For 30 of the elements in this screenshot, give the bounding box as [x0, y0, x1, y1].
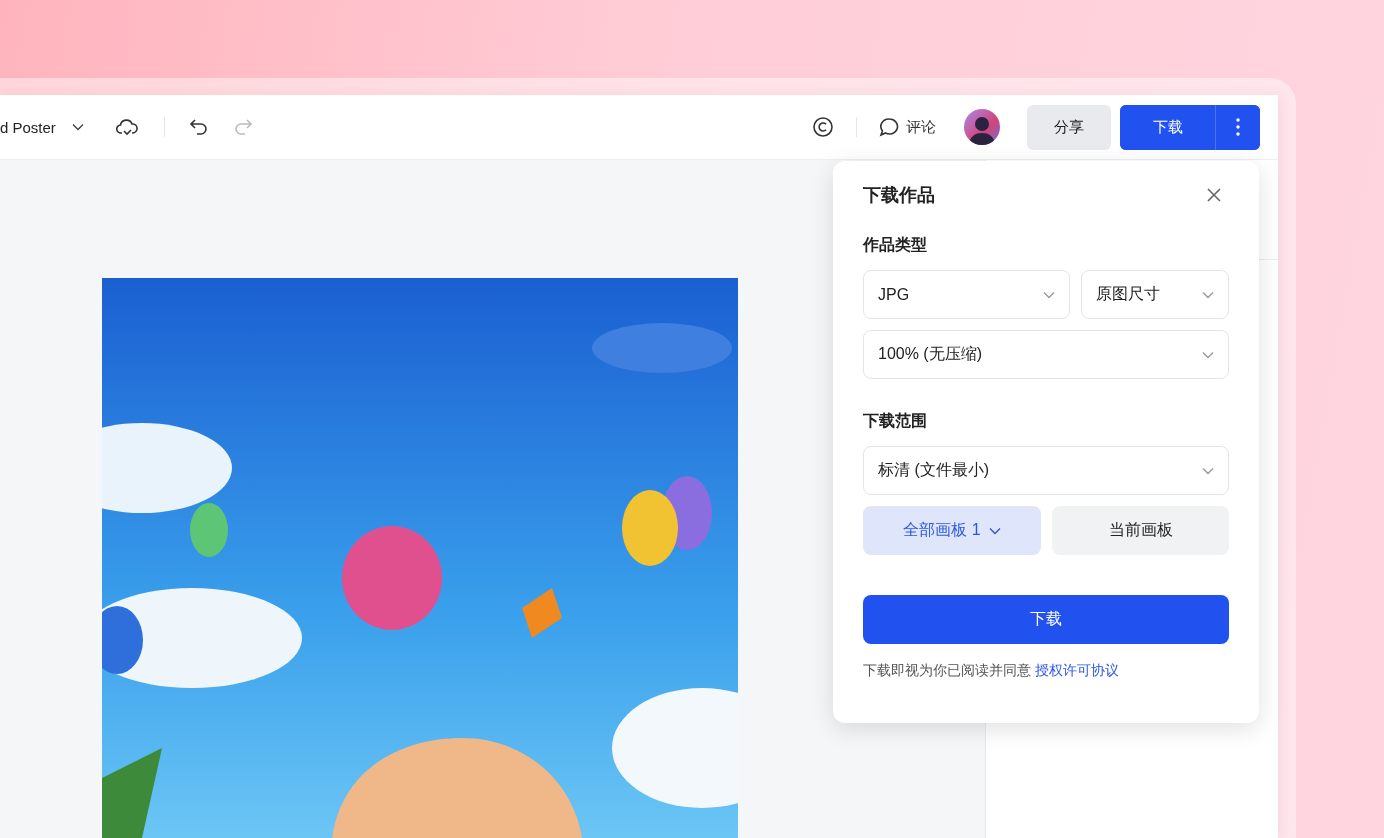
section-label: 下载范围	[863, 411, 928, 431]
panel-title: 下载作品	[863, 184, 935, 207]
chevron-down-icon	[71, 123, 84, 131]
document-title[interactable]: d Poster	[0, 118, 56, 136]
chevron-down-icon	[1202, 290, 1214, 299]
range-option-button[interactable]: 当前画板	[1052, 506, 1229, 555]
share-button[interactable]: 分享	[1027, 104, 1111, 150]
dropdown-select[interactable]: 100% (无压缩)	[863, 330, 1229, 379]
comment-button[interactable]: 评论	[875, 113, 940, 141]
close-icon	[1207, 188, 1221, 202]
license-notice: 下载即视为你已阅读并同意 授权许可协议	[863, 662, 1120, 680]
range-option-button[interactable]: 全部画板 1	[863, 506, 1041, 555]
undo-icon	[188, 118, 209, 136]
avatar-icon[interactable]	[964, 109, 1000, 145]
close-button[interactable]	[1205, 186, 1223, 204]
dropdown-select[interactable]: JPG	[863, 270, 1070, 319]
redo-icon	[232, 118, 253, 136]
section-label: 作品类型	[863, 235, 928, 255]
more-vertical-icon	[1236, 118, 1240, 136]
dropdown-select[interactable]: 原图尺寸	[1081, 270, 1229, 319]
download-submit-button[interactable]: 下载	[863, 595, 1229, 644]
download-button[interactable]: 下载	[1120, 104, 1216, 150]
chevron-down-icon	[1043, 290, 1055, 299]
dropdown-select[interactable]: 标清 (文件最小)	[863, 446, 1229, 495]
chevron-down-icon	[1202, 466, 1214, 475]
chevron-down-icon	[1202, 350, 1214, 359]
copyright-icon	[812, 116, 834, 138]
speech-bubble-icon	[879, 117, 900, 137]
license-agreement-link[interactable]: 授权许可协议	[1034, 662, 1119, 678]
cloud-check-icon	[115, 118, 138, 136]
